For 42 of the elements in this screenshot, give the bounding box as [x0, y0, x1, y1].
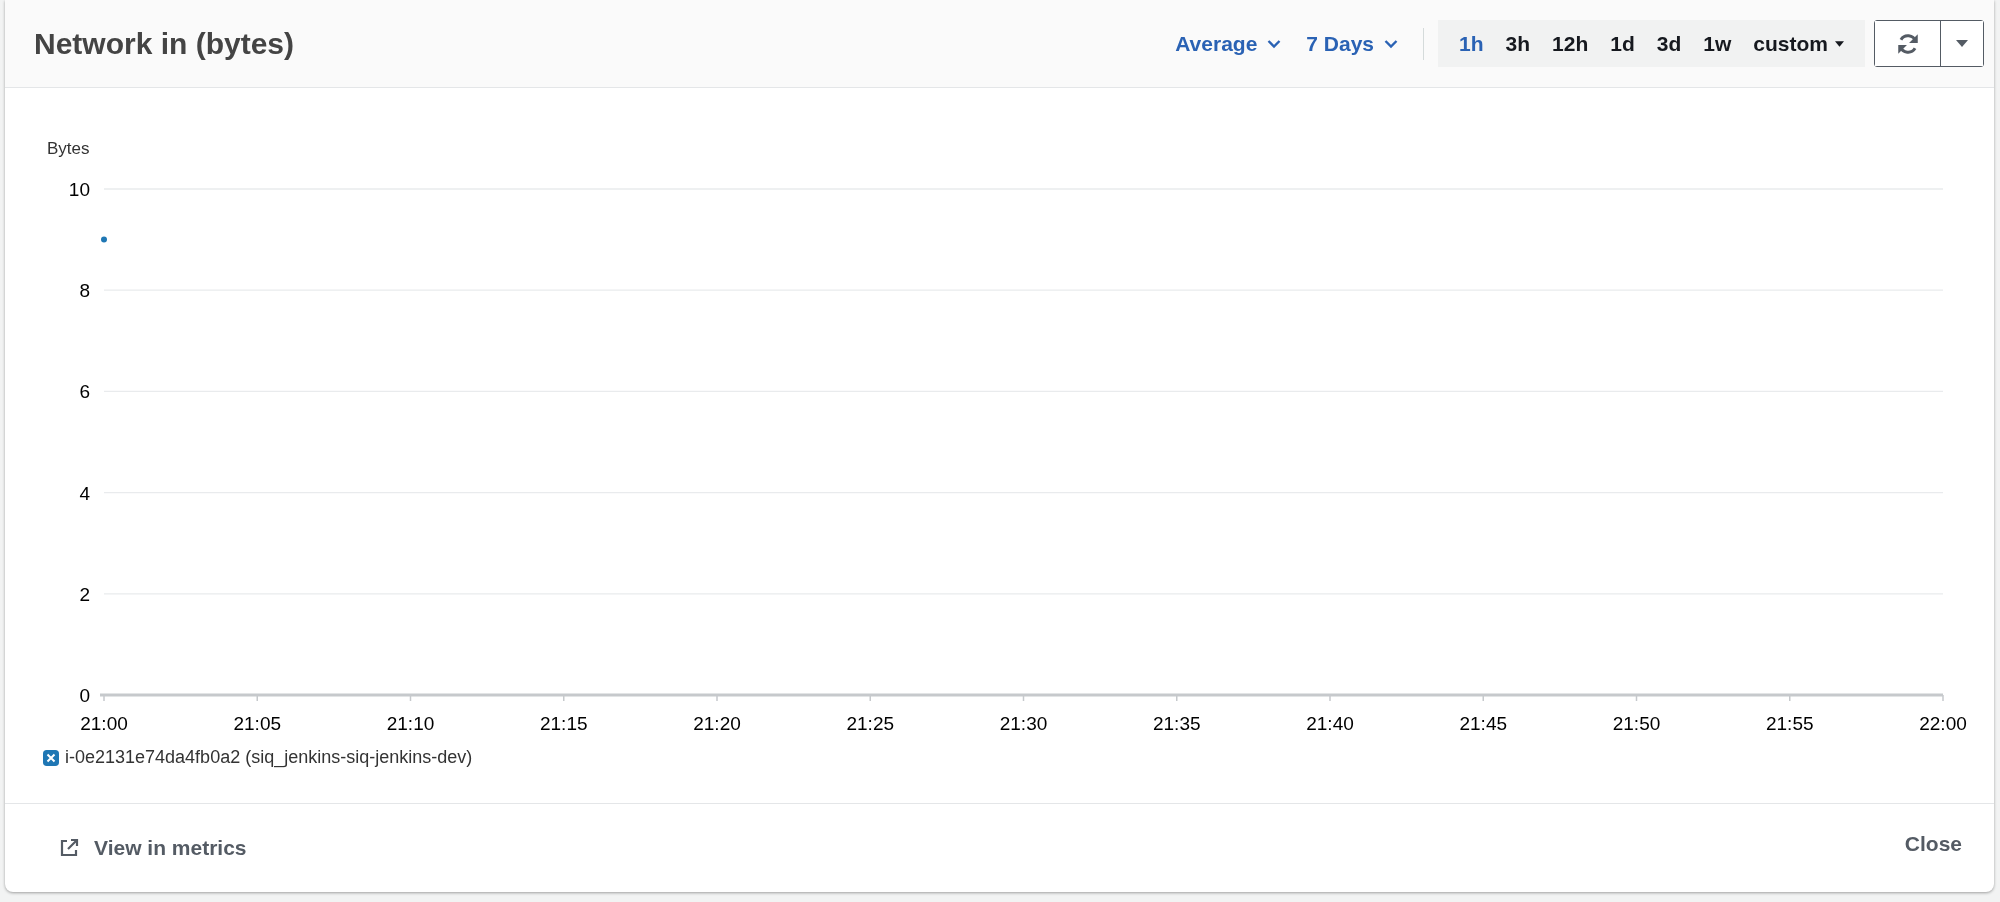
x-tick-label: 21:55: [1766, 713, 1814, 734]
time-range-button[interactable]: 12h: [1541, 31, 1600, 56]
x-tick-label: 21:35: [1153, 713, 1201, 734]
data-point: [101, 236, 107, 243]
y-tick-label: 0: [79, 685, 90, 706]
dialog-title: Network in (bytes): [34, 26, 295, 61]
close-button[interactable]: Close: [1904, 832, 1962, 856]
period-dropdown[interactable]: 7 Days: [1306, 31, 1399, 56]
chevron-down-icon: [1267, 38, 1282, 49]
chevron-down-icon: [1384, 38, 1399, 49]
y-tick-label: 6: [79, 381, 90, 403]
time-range-button[interactable]: 3d: [1645, 31, 1693, 56]
time-range-button[interactable]: 1w: [1692, 31, 1743, 56]
legend-checkbox[interactable]: [43, 749, 59, 766]
x-tick-label: 21:05: [233, 713, 281, 734]
y-tick-label: 10: [68, 179, 90, 200]
custom-range-dropdown[interactable]: custom: [1742, 31, 1855, 56]
caret-down-icon: [1835, 40, 1844, 47]
time-range-button[interactable]: 1h: [1448, 31, 1495, 56]
time-range-button[interactable]: 3h: [1494, 31, 1542, 56]
x-tick-label: 21:15: [540, 713, 588, 734]
time-range-button[interactable]: 1d: [1599, 31, 1646, 56]
x-tick-label: 22:00: [1919, 713, 1967, 734]
x-tick-label: 21:20: [693, 713, 741, 734]
refresh-button[interactable]: [1875, 21, 1941, 66]
y-tick-label: 8: [79, 280, 90, 302]
y-tick-label: 4: [79, 482, 90, 504]
x-tick-label: 21:10: [386, 713, 435, 734]
x-tick-label: 21:00: [80, 713, 128, 734]
x-tick-label: 21:30: [999, 713, 1048, 734]
legend-label: i-0e2131e74da4fb0a2 (siq_jenkins-siq-jenkins-dev): [65, 747, 473, 768]
refresh-options-dropdown[interactable]: [1941, 21, 1983, 66]
x-tick-label: 21:45: [1459, 713, 1507, 734]
external-link-icon: [58, 837, 80, 859]
x-tick-label: 21:25: [846, 713, 894, 734]
y-tick-label: 2: [79, 583, 90, 605]
caret-down-icon: [1956, 40, 1968, 47]
statistic-dropdown[interactable]: Average: [1175, 31, 1282, 56]
y-axis-label: Bytes: [47, 139, 90, 158]
x-tick-label: 21:50: [1612, 713, 1661, 734]
x-tick-label: 21:40: [1306, 713, 1354, 734]
view-in-metrics-link[interactable]: View in metrics: [58, 836, 247, 860]
